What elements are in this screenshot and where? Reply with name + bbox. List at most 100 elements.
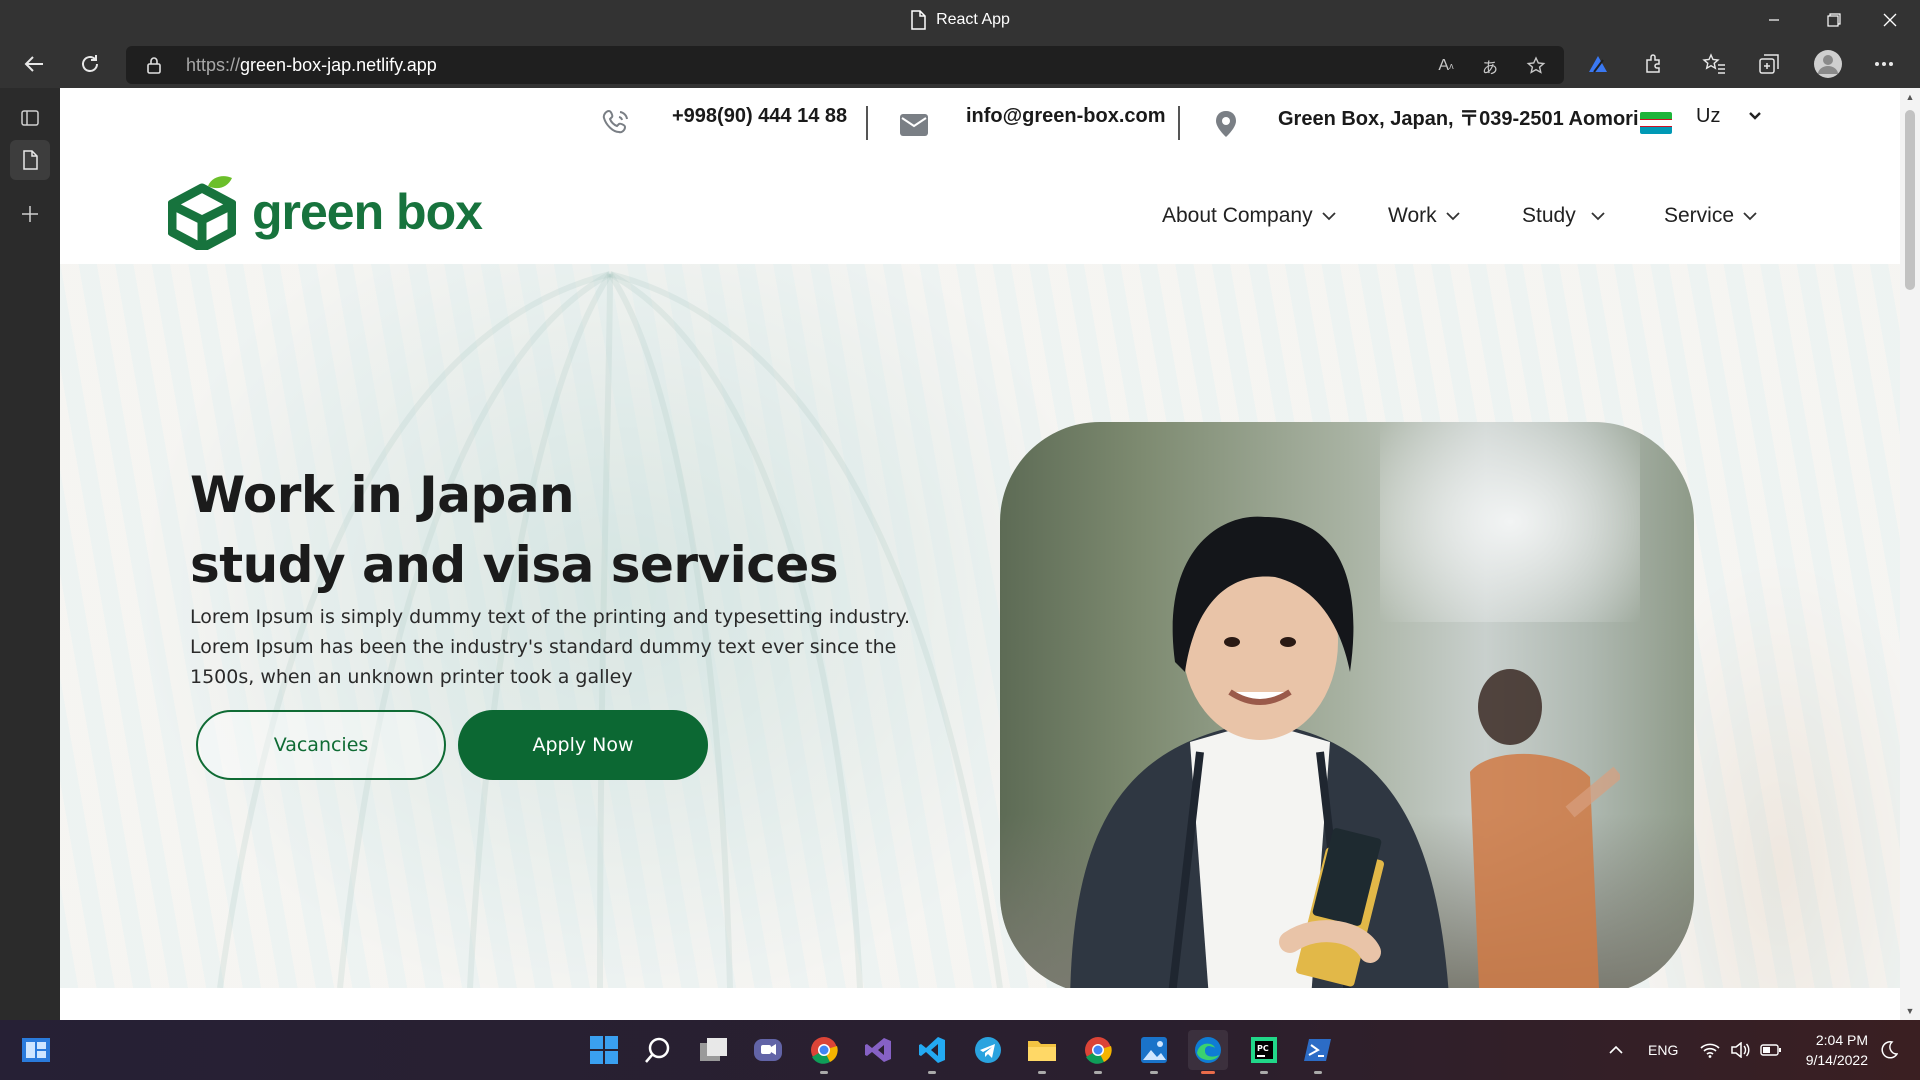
scrollbar-thumb[interactable]: [1905, 110, 1915, 290]
nav-work[interactable]: Work: [1388, 198, 1461, 234]
minimize-icon: [1769, 19, 1779, 21]
collections-icon[interactable]: [1754, 48, 1786, 80]
hero-description: Lorem Ipsum is simply dummy text of the …: [190, 606, 911, 688]
lock-icon: [147, 57, 161, 74]
scroll-down-arrow-icon[interactable]: ▼: [1900, 1006, 1920, 1016]
vscode-icon: [919, 1037, 945, 1063]
more-options-icon[interactable]: [1868, 48, 1900, 80]
vscode-button[interactable]: [912, 1030, 952, 1074]
show-hidden-icons-button[interactable]: [1608, 1020, 1624, 1080]
notifications-button[interactable]: [1880, 1020, 1898, 1080]
telegram-button[interactable]: [968, 1030, 1008, 1070]
focus-moon-icon: [1881, 1041, 1898, 1059]
refresh-button[interactable]: [70, 44, 110, 84]
scroll-up-arrow-icon[interactable]: ▲: [1900, 92, 1920, 102]
phone-icon: [602, 109, 628, 134]
pycharm-icon: PC: [1251, 1037, 1277, 1063]
clock-date: 9/14/2022: [1805, 1052, 1868, 1068]
input-language[interactable]: ENG: [1648, 1020, 1678, 1080]
clock-time: 2:04 PM: [1815, 1032, 1868, 1048]
tab-actions-icon: [21, 110, 39, 126]
favorites-icon[interactable]: [1698, 48, 1730, 80]
windows-start-icon: [590, 1036, 618, 1064]
location-pin-icon: [1216, 111, 1236, 137]
chrome-profile-button[interactable]: [1078, 1030, 1118, 1074]
file-explorer-button[interactable]: [1022, 1030, 1062, 1074]
chevron-down-icon: [1743, 212, 1757, 221]
tab-actions-button[interactable]: [10, 98, 50, 138]
read-aloud-icon[interactable]: Aᴧ: [1432, 52, 1460, 80]
back-button[interactable]: [14, 44, 54, 84]
nav-service-label: Service: [1664, 204, 1735, 227]
nav-work-label: Work: [1388, 204, 1437, 227]
minimize-button[interactable]: [1746, 0, 1802, 40]
visual-studio-button[interactable]: [858, 1030, 898, 1070]
chrome-icon: [811, 1037, 838, 1064]
close-button[interactable]: [1862, 0, 1918, 40]
page-icon: [23, 150, 38, 170]
hero-photo-student: [1000, 422, 1694, 988]
task-view-icon: [700, 1038, 727, 1061]
hero-title: Work in Japan study and visa services: [190, 460, 839, 600]
start-button[interactable]: [584, 1030, 624, 1070]
contact-email[interactable]: info@green-box.com: [966, 88, 1166, 144]
profile-avatar[interactable]: [1812, 48, 1844, 80]
chevron-up-icon: [1609, 1045, 1623, 1054]
nav-study[interactable]: Study: [1522, 198, 1606, 234]
nav-service[interactable]: Service: [1664, 198, 1758, 234]
visual-studio-icon: [865, 1038, 891, 1062]
chrome-button[interactable]: [804, 1030, 844, 1074]
browser-toolbar: https://green-box-jap.netlify.app Aᴧ あ: [0, 40, 1920, 88]
terminal-button[interactable]: [1298, 1030, 1338, 1074]
window-titlebar: React App: [0, 0, 1920, 40]
search-button[interactable]: [638, 1030, 678, 1070]
window-title-text: React App: [936, 11, 1010, 28]
divider: [1178, 106, 1180, 140]
extension-icon[interactable]: [1582, 48, 1614, 80]
folder-icon: [1028, 1041, 1056, 1061]
uzbekistan-flag-icon: [1640, 112, 1672, 134]
restore-button[interactable]: [1806, 0, 1862, 40]
add-favorite-icon[interactable]: [1522, 52, 1550, 80]
wifi-icon: [1700, 1043, 1720, 1058]
extensions-puzzle-icon[interactable]: [1638, 48, 1670, 80]
task-view-button[interactable]: [694, 1030, 734, 1070]
edge-icon: [1195, 1037, 1221, 1063]
edge-button[interactable]: [1188, 1030, 1228, 1074]
contact-phone[interactable]: +998(90) 444 14 88: [672, 88, 847, 144]
url-text[interactable]: https://green-box-jap.netlify.app: [186, 46, 437, 84]
url-protocol: https://: [186, 54, 241, 75]
logo[interactable]: green box: [168, 172, 483, 252]
widgets-icon: [22, 1038, 50, 1062]
hero-title-line2: study and visa services: [190, 536, 839, 594]
language-select[interactable]: Uz: [1696, 88, 1762, 144]
apply-now-button[interactable]: Apply Now: [458, 710, 708, 780]
system-tray-icons[interactable]: [1700, 1020, 1782, 1080]
windows-taskbar: PC ENG 2:04 PM 9/14/2022: [0, 1020, 1920, 1080]
photos-button[interactable]: [1134, 1030, 1174, 1074]
svg-text:PC: PC: [1257, 1044, 1269, 1053]
contact-address[interactable]: Green Box, Japan, 〒039-2501 Aomori: [1278, 88, 1639, 144]
logo-text: green box: [252, 184, 483, 240]
tab-react-app[interactable]: [10, 140, 50, 180]
pycharm-button[interactable]: PC: [1244, 1030, 1284, 1074]
vacancies-button[interactable]: Vacancies: [196, 710, 446, 780]
teams-button[interactable]: [748, 1030, 788, 1070]
chevron-down-icon: [1445, 212, 1460, 221]
telegram-icon: [975, 1037, 1001, 1063]
address-bar[interactable]: https://green-box-jap.netlify.app Aᴧ あ: [126, 46, 1564, 84]
back-arrow-icon: [24, 56, 43, 72]
page-scrollbar[interactable]: ▲ ▼: [1900, 88, 1920, 1020]
window-title: React App: [0, 0, 1920, 40]
url-host: green-box-jap.netlify.app: [240, 54, 437, 75]
translate-icon[interactable]: あ: [1476, 52, 1504, 80]
page-icon: [911, 10, 926, 30]
powershell-icon: [1304, 1039, 1331, 1061]
clock[interactable]: 2:04 PM 9/14/2022: [1778, 1030, 1868, 1070]
chevron-down-icon: [1749, 112, 1762, 120]
green-box-logo-icon: [168, 176, 236, 250]
nav-about-company[interactable]: About Company: [1162, 198, 1337, 234]
photos-icon: [1141, 1037, 1167, 1063]
new-tab-button[interactable]: [10, 194, 50, 234]
widgets-button[interactable]: [16, 1030, 56, 1070]
